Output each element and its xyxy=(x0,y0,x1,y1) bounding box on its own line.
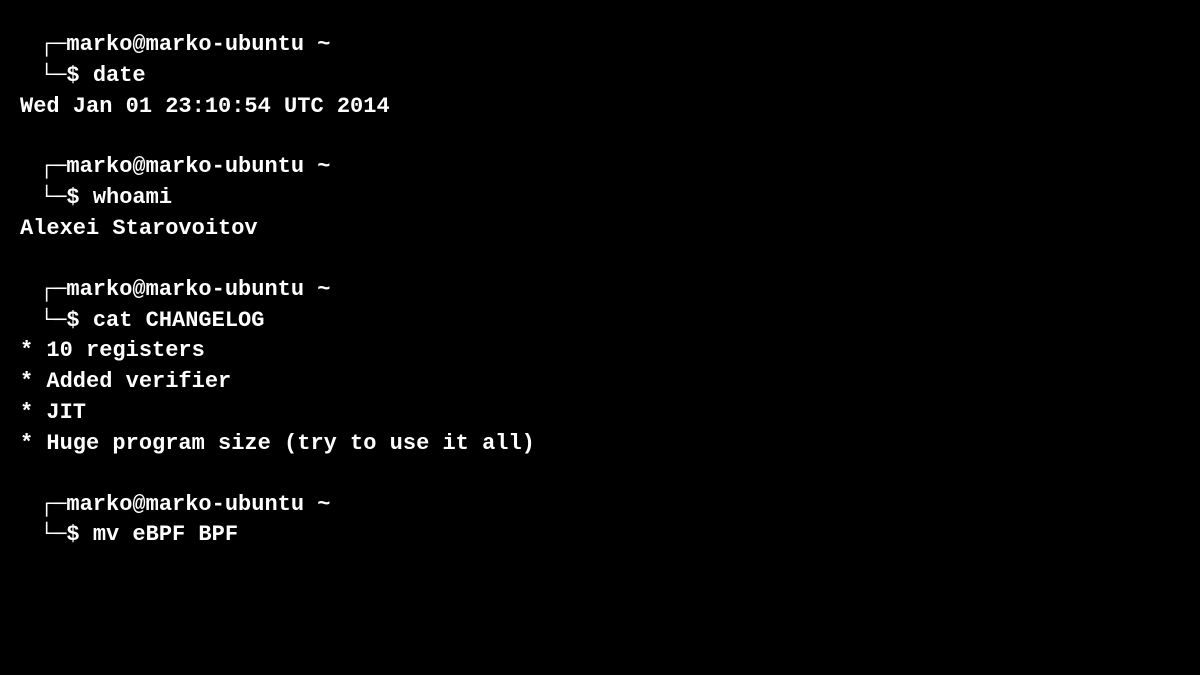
output-line: Alexei Starovoitov xyxy=(20,214,1180,245)
command[interactable]: cat CHANGELOG xyxy=(93,308,265,333)
user-host: marko@marko-ubuntu xyxy=(66,32,304,57)
prompt-prefix: ┌─ xyxy=(40,154,66,179)
user-host: marko@marko-ubuntu xyxy=(66,277,304,302)
prompt-symbol: └─$ xyxy=(40,63,93,88)
terminal-block-2: ┌─marko@marko-ubuntu ~ └─$ cat CHANGELOG… xyxy=(20,275,1180,460)
output-line: * JIT xyxy=(20,398,1180,429)
command[interactable]: mv eBPF BPF xyxy=(93,522,238,547)
prompt-symbol: └─$ xyxy=(40,185,93,210)
prompt-line1: ┌─marko@marko-ubuntu ~ xyxy=(20,490,1180,521)
output-line: * 10 registers xyxy=(20,336,1180,367)
path: ~ xyxy=(304,154,330,179)
command[interactable]: whoami xyxy=(93,185,172,210)
prompt-line1: ┌─marko@marko-ubuntu ~ xyxy=(20,152,1180,183)
prompt-line2: └─$ mv eBPF BPF xyxy=(20,520,1180,551)
output-line: Wed Jan 01 23:10:54 UTC 2014 xyxy=(20,92,1180,123)
prompt-prefix: ┌─ xyxy=(40,492,66,517)
output-line: * Huge program size (try to use it all) xyxy=(20,429,1180,460)
path: ~ xyxy=(304,492,330,517)
prompt-symbol: └─$ xyxy=(40,522,93,547)
output-line: * Added verifier xyxy=(20,367,1180,398)
path: ~ xyxy=(304,277,330,302)
terminal-block-0: ┌─marko@marko-ubuntu ~ └─$ date Wed Jan … xyxy=(20,30,1180,122)
user-host: marko@marko-ubuntu xyxy=(66,154,304,179)
prompt-line1: ┌─marko@marko-ubuntu ~ xyxy=(20,30,1180,61)
terminal-block-1: ┌─marko@marko-ubuntu ~ └─$ whoami Alexei… xyxy=(20,152,1180,244)
prompt-line2: └─$ whoami xyxy=(20,183,1180,214)
prompt-prefix: ┌─ xyxy=(40,277,66,302)
command[interactable]: date xyxy=(93,63,146,88)
prompt-line1: ┌─marko@marko-ubuntu ~ xyxy=(20,275,1180,306)
prompt-line2: └─$ cat CHANGELOG xyxy=(20,306,1180,337)
terminal-block-3: ┌─marko@marko-ubuntu ~ └─$ mv eBPF BPF xyxy=(20,490,1180,552)
path: ~ xyxy=(304,32,330,57)
user-host: marko@marko-ubuntu xyxy=(66,492,304,517)
prompt-symbol: └─$ xyxy=(40,308,93,333)
prompt-prefix: ┌─ xyxy=(40,32,66,57)
prompt-line2: └─$ date xyxy=(20,61,1180,92)
